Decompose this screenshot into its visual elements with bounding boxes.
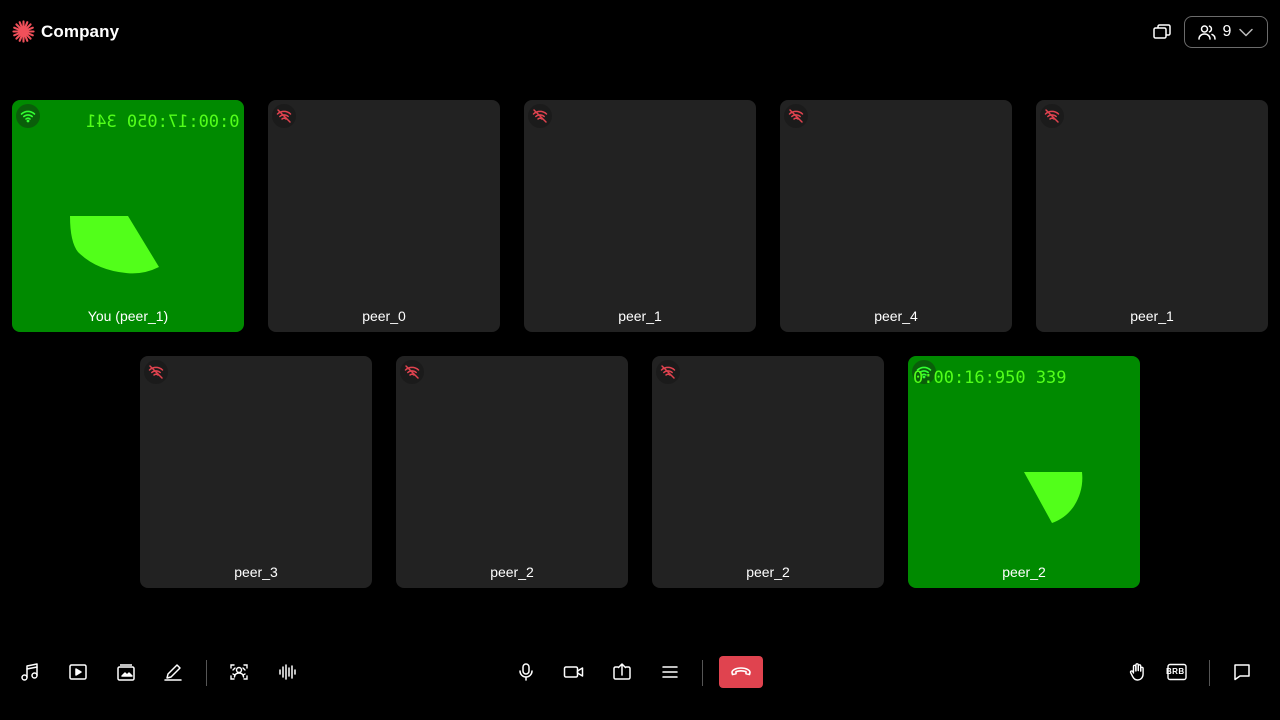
participant-name: peer_2 <box>490 564 534 580</box>
network-quality-badge <box>528 104 552 128</box>
camera-icon <box>563 666 584 678</box>
brb-button[interactable]: BRB <box>1157 648 1197 696</box>
network-quality-badge <box>1040 104 1064 128</box>
video-tile-remote[interactable]: 0:00:16:950 339 peer_2 <box>908 356 1140 588</box>
video-timecode: 0:00:17:050 341 <box>86 112 240 132</box>
video-timecode: 0:00:16:950 339 <box>913 368 1067 388</box>
company-logo: Company <box>12 20 119 43</box>
video-tile-local[interactable]: 0:00:17:050 341 You (peer_1) <box>12 100 244 332</box>
participant-name: peer_0 <box>362 308 406 324</box>
participant-name: peer_4 <box>874 308 918 324</box>
screen-share-button[interactable] <box>602 648 642 696</box>
participant-tile[interactable]: peer_2 <box>396 356 628 588</box>
bottom-toolbar: BRB <box>0 648 1280 696</box>
leave-call-icon <box>731 667 751 676</box>
leave-call-button[interactable] <box>719 656 763 688</box>
music-icon <box>21 663 38 681</box>
wifi-icon <box>20 110 36 123</box>
participants-button[interactable]: 9 <box>1184 16 1268 48</box>
participant-name: peer_1 <box>1130 308 1174 324</box>
background-effects-icon <box>230 664 248 680</box>
brand-logo-icon <box>12 20 35 43</box>
participant-name: You (peer_1) <box>87 308 169 324</box>
network-quality-badge <box>16 104 40 128</box>
microphone-button[interactable] <box>506 648 546 696</box>
toolbar-divider <box>1209 660 1210 686</box>
more-menu-button[interactable] <box>650 648 690 696</box>
wifi-off-icon <box>148 365 164 379</box>
chat-icon <box>1234 664 1250 681</box>
participant-tile[interactable]: peer_1 <box>524 100 756 332</box>
audio-waveform-icon <box>279 664 296 680</box>
network-quality-badge <box>784 104 808 128</box>
video-test-pattern <box>70 216 159 274</box>
play-video-icon <box>69 664 87 680</box>
wifi-off-icon <box>1044 109 1060 123</box>
audio-effects-button[interactable] <box>267 648 307 696</box>
more-menu-icon <box>662 666 678 678</box>
media-gallery-button[interactable] <box>106 648 146 696</box>
brand-name: Company <box>41 21 120 41</box>
wifi-off-icon <box>660 365 676 379</box>
participant-tile[interactable]: peer_0 <box>268 100 500 332</box>
network-quality-badge <box>400 360 424 384</box>
participant-tile[interactable]: peer_4 <box>780 100 1012 332</box>
brb-label: BRB <box>1166 667 1185 676</box>
picture-in-picture-button[interactable] <box>1150 20 1174 44</box>
network-quality-badge <box>144 360 168 384</box>
participant-name: peer_2 <box>746 564 790 580</box>
camera-button[interactable] <box>554 648 594 696</box>
whiteboard-button[interactable] <box>153 648 193 696</box>
raise-hand-button[interactable] <box>1117 648 1157 696</box>
participant-count: 9 <box>1222 23 1232 40</box>
participant-tile[interactable]: peer_2 <box>652 356 884 588</box>
participant-name: peer_3 <box>234 564 278 580</box>
participant-name: peer_1 <box>618 308 662 324</box>
pip-icon <box>1153 24 1171 39</box>
wifi-off-icon <box>532 109 548 123</box>
video-test-pattern <box>1024 472 1083 523</box>
participant-tile[interactable]: peer_1 <box>1036 100 1268 332</box>
screen-share-icon <box>613 663 631 680</box>
top-bar: Company 9 <box>0 0 1280 64</box>
wifi-off-icon <box>788 109 804 123</box>
participants-icon <box>1197 25 1216 40</box>
music-button[interactable] <box>10 648 50 696</box>
raise-hand-icon <box>1129 663 1144 681</box>
toolbar-divider <box>206 660 207 686</box>
wifi-off-icon <box>404 365 420 379</box>
microphone-icon <box>519 663 533 681</box>
media-gallery-icon <box>117 664 135 681</box>
background-effects-button[interactable] <box>219 648 259 696</box>
participant-tile[interactable]: peer_3 <box>140 356 372 588</box>
whiteboard-pen-icon <box>164 664 182 681</box>
network-quality-badge <box>656 360 680 384</box>
participant-name: peer_2 <box>1002 564 1046 580</box>
network-quality-badge <box>272 104 296 128</box>
wifi-off-icon <box>276 109 292 123</box>
toolbar-divider <box>702 660 703 686</box>
play-video-button[interactable] <box>58 648 98 696</box>
chat-button[interactable] <box>1222 648 1262 696</box>
chevron-down-icon <box>1239 28 1254 37</box>
